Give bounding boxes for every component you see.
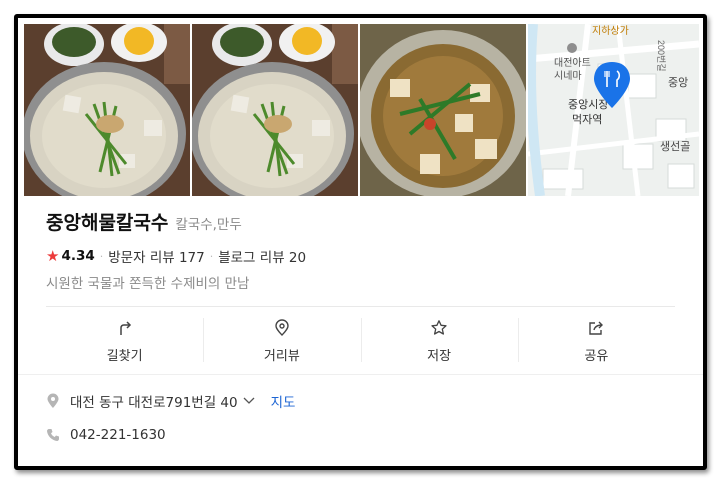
map-label-fish: 생선골 bbox=[660, 140, 690, 153]
share-button[interactable]: 공유 bbox=[517, 318, 675, 366]
directions-icon bbox=[119, 321, 131, 335]
map-label-art: 대전아트 bbox=[554, 57, 591, 69]
map-label-food-street: 먹자역 bbox=[572, 113, 602, 126]
map-label-road: 200번길 bbox=[656, 40, 666, 72]
contact-section: 대전 동구 대전로791번길 40 지도 042-221-1630 bbox=[18, 374, 703, 466]
blog-reviews-link[interactable]: 블로그 리뷰 20 bbox=[218, 246, 306, 266]
directions-label: 길찾기 bbox=[106, 349, 143, 364]
food-photo-1[interactable] bbox=[24, 24, 190, 196]
location-pin-icon bbox=[47, 393, 59, 408]
phone-icon bbox=[47, 429, 59, 441]
share-icon bbox=[589, 321, 604, 335]
place-card: 지하상가 200번길 대전아트 시네마 중앙시장 먹자역 중앙 생선골 중앙해물… bbox=[14, 14, 707, 470]
save-button[interactable]: 저장 bbox=[360, 318, 518, 366]
map-thumbnail[interactable]: 지하상가 200번길 대전아트 시네마 중앙시장 먹자역 중앙 생선골 bbox=[528, 24, 699, 196]
street-view-label: 거리뷰 bbox=[263, 349, 300, 364]
map-label-market: 중앙시장 bbox=[568, 98, 608, 111]
visitor-reviews-link[interactable]: 방문자 리뷰 177 bbox=[108, 246, 204, 266]
address-text: 대전 동구 대전로791번길 40 bbox=[70, 395, 238, 411]
place-category: 칼국수,만두 bbox=[175, 217, 242, 233]
save-label: 저장 bbox=[427, 349, 452, 364]
map-link[interactable]: 지도 bbox=[271, 391, 296, 411]
phone-number[interactable]: 042-221-1630 bbox=[70, 427, 166, 443]
star-icon bbox=[431, 320, 447, 335]
map-label-cinema: 시네마 bbox=[554, 70, 582, 82]
soup-image bbox=[24, 24, 190, 196]
photo-strip: 지하상가 200번길 대전아트 시네마 중앙시장 먹자역 중앙 생선골 bbox=[24, 24, 701, 196]
map-label-underground: 지하상가 bbox=[592, 24, 629, 37]
place-name[interactable]: 중앙해물칼국수 bbox=[46, 208, 168, 235]
address-row: 대전 동구 대전로791번길 40 지도 bbox=[46, 391, 295, 411]
street-view-icon bbox=[275, 319, 289, 336]
map-image: 지하상가 200번길 대전아트 시네마 중앙시장 먹자역 중앙 생선골 bbox=[528, 24, 699, 196]
divider bbox=[46, 306, 675, 307]
separator-dot: · bbox=[209, 249, 214, 263]
action-bar: 길찾기 거리뷰 저장 공유 bbox=[46, 318, 675, 366]
map-label-central: 중앙 bbox=[668, 76, 688, 89]
review-summary: ★ 4.34 · 방문자 리뷰 177 · 블로그 리뷰 20 bbox=[46, 246, 675, 266]
chevron-down-icon[interactable] bbox=[243, 397, 255, 405]
street-view-button[interactable]: 거리뷰 bbox=[203, 318, 360, 366]
stew-image bbox=[360, 24, 526, 196]
food-photo-2[interactable] bbox=[192, 24, 358, 196]
soup-image bbox=[192, 24, 358, 196]
share-label: 공유 bbox=[584, 349, 609, 364]
place-description: 시원한 국물과 쫀득한 수제비의 만남 bbox=[46, 276, 250, 292]
food-photo-3[interactable] bbox=[360, 24, 526, 196]
rating-star-icon: ★ bbox=[46, 247, 60, 265]
phone-row: 042-221-1630 bbox=[46, 427, 166, 443]
place-info: 중앙해물칼국수 칼국수,만두 ★ 4.34 · 방문자 리뷰 177 · 블로그… bbox=[46, 208, 675, 292]
rating-value: 4.34 bbox=[61, 248, 95, 264]
directions-button[interactable]: 길찾기 bbox=[46, 318, 203, 366]
separator-dot: · bbox=[99, 249, 104, 263]
